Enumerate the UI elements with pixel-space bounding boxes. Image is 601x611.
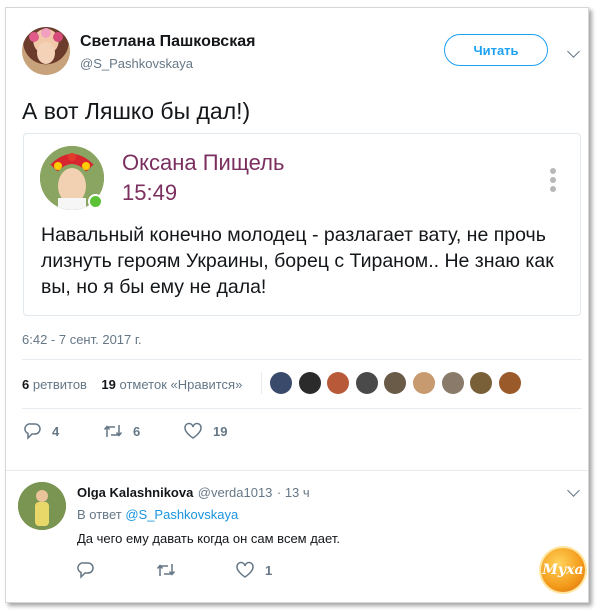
reply-icon <box>77 562 94 579</box>
chevron-down-icon[interactable] <box>567 45 580 58</box>
reply-author-name[interactable]: Olga Kalashnikova <box>77 485 193 500</box>
flower-crown-icon <box>29 28 63 64</box>
divider <box>261 372 262 394</box>
quoted-author-name: Оксана Пищель <box>122 150 285 175</box>
follow-button[interactable]: Читать <box>444 34 548 66</box>
in-reply-to: В ответ @S_Pashkovskaya <box>77 507 238 522</box>
chevron-down-icon[interactable] <box>567 484 580 497</box>
liker-avatar[interactable] <box>384 372 407 394</box>
divider <box>6 470 588 471</box>
divider <box>22 408 582 409</box>
author-name[interactable]: Светлана Пашковская <box>80 33 255 51</box>
quoted-image-card[interactable]: Оксана Пищель 15:49 Навальный конечно мо… <box>23 133 581 316</box>
online-status-icon <box>88 194 103 209</box>
person-photo-icon <box>18 482 66 530</box>
reply-text: Да чего ему давать когда он сам всем дае… <box>77 531 340 546</box>
divider <box>22 359 582 360</box>
like-button[interactable]: 19 <box>183 422 227 440</box>
liker-avatar[interactable] <box>441 372 464 394</box>
liker-avatar[interactable] <box>470 372 493 394</box>
tweet-text: А вот Ляшко бы дал!) <box>22 98 251 124</box>
author-handle[interactable]: @S_Pashkovskaya <box>80 56 193 71</box>
retweet-icon <box>103 425 123 437</box>
liker-avatar[interactable] <box>355 372 378 394</box>
likes-label[interactable]: отметок «Нравится» <box>120 377 243 392</box>
liker-avatar[interactable] <box>270 372 292 394</box>
reply-icon <box>24 423 41 440</box>
retweets-count[interactable]: 6 <box>22 377 29 392</box>
likers-avatars <box>270 372 527 394</box>
more-vertical-icon <box>550 168 556 195</box>
in-reply-handle-link[interactable]: @S_Pashkovskaya <box>125 507 238 522</box>
liker-avatar[interactable] <box>298 372 321 394</box>
heart-icon <box>236 561 254 578</box>
like-count: 19 <box>213 423 228 439</box>
reply-button[interactable]: 4 <box>24 422 59 440</box>
tweet-frame: Светлана Пашковская @S_Pashkovskaya Чита… <box>5 7 589 603</box>
likes-count[interactable]: 19 <box>101 377 115 392</box>
reply-count: 4 <box>52 423 60 439</box>
quoted-text: Навальный конечно молодец - разлагает ва… <box>41 224 554 298</box>
liker-avatar[interactable] <box>412 372 435 394</box>
watermark-logo: Муха <box>541 548 585 592</box>
reply-author-handle[interactable]: @verda1013 <box>198 485 273 500</box>
retweets-label[interactable]: ретвитов <box>33 377 87 392</box>
reply-author-avatar[interactable] <box>18 482 66 530</box>
author-avatar[interactable] <box>22 27 70 75</box>
reply-reply-button[interactable] <box>77 561 95 579</box>
retweet-count: 6 <box>133 423 141 439</box>
in-reply-prefix: В ответ <box>77 507 122 522</box>
reply-header: Olga Kalashnikova @verda1013 · 13 ч <box>77 484 310 502</box>
engagement-stats: 6 ретвитов 19 отметок «Нравится» <box>22 377 242 392</box>
reply-time[interactable]: · 13 ч <box>277 485 310 500</box>
heart-icon <box>184 422 202 439</box>
liker-avatar[interactable] <box>327 372 350 394</box>
quoted-time: 15:49 <box>122 180 178 205</box>
retweet-icon <box>156 564 176 576</box>
liker-avatar[interactable] <box>498 372 521 394</box>
reply-like-button[interactable]: 1 <box>235 561 272 579</box>
retweet-button[interactable]: 6 <box>103 422 140 440</box>
reply-like-count: 1 <box>265 562 273 578</box>
reply-retweet-button[interactable] <box>156 561 176 579</box>
tweet-timestamp[interactable]: 6:42 - 7 сент. 2017 г. <box>22 332 142 347</box>
